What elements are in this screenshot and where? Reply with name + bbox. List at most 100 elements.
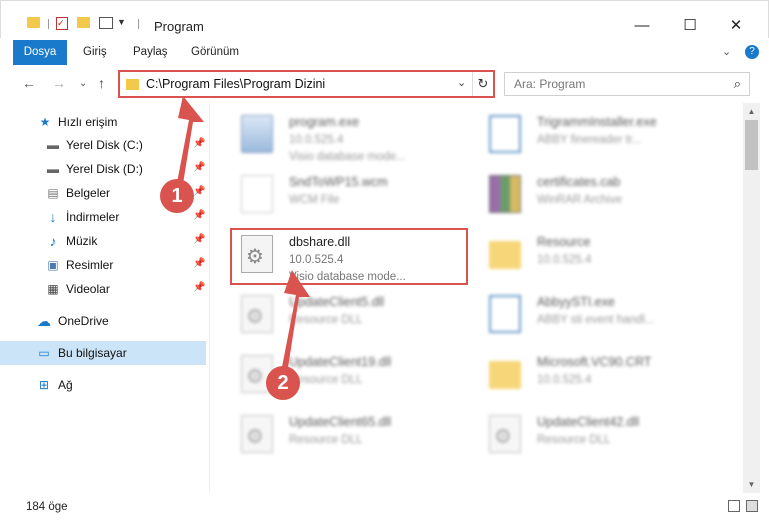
file-item[interactable]: UpdateClient19.dll Resource DLL	[229, 345, 469, 401]
file-version: 10.0.525.4	[537, 374, 592, 386]
step-2-badge: 2	[266, 366, 300, 400]
dll-icon	[489, 415, 521, 453]
properties-check-icon[interactable]: ✓	[56, 17, 68, 30]
search-input[interactable]: Ara: Program ⌕	[504, 72, 750, 96]
sidebar-item-label: İndirmeler	[66, 210, 120, 224]
ribbon-tabs: Dosya Giriş Paylaş Görünüm ⌄ ?	[0, 40, 769, 65]
sidebar-item-pictures[interactable]: ▣ Resimler 📌	[0, 253, 206, 277]
address-path[interactable]: C:\Program Files\Program Dizini	[146, 77, 325, 91]
file-item[interactable]: UpdateClient5.dll Resource DLL	[229, 285, 469, 341]
up-icon[interactable]: ↑	[98, 75, 105, 91]
folder-icon[interactable]	[27, 17, 40, 28]
vertical-scrollbar[interactable]: ▲ ▼	[743, 103, 760, 493]
tab-dosya[interactable]: Dosya	[13, 40, 67, 65]
customize-icon[interactable]	[99, 17, 113, 29]
file-description: ABBY sti event handl...	[537, 314, 655, 326]
address-bar[interactable]: C:\Program Files\Program Dizini ⌄ ↻	[118, 70, 495, 98]
file-item[interactable]: UpdateClient65.dll Resource DLL	[229, 405, 469, 461]
file-version: 10.0.525.4	[537, 254, 592, 266]
file-name: UpdateClient65.dll	[289, 415, 392, 429]
sidebar-item-music[interactable]: ♪ Müzik 📌	[0, 229, 206, 253]
file-name: Microsoft.VC90.CRT	[537, 355, 652, 369]
file-type: WinRAR Archive	[537, 194, 622, 206]
folder-icon	[489, 241, 521, 269]
scroll-up-icon[interactable]: ▲	[743, 103, 760, 120]
close-button[interactable]: ✕	[713, 12, 759, 40]
tab-gorunum[interactable]: Görünüm	[191, 40, 239, 65]
sidebar-item-label: Videolar	[66, 282, 110, 296]
file-item[interactable]: program.exe 10.0.525.4 Visio database mo…	[229, 105, 469, 163]
recent-locations-icon[interactable]: ⌄	[79, 78, 87, 89]
drive-icon: ▬	[47, 162, 59, 176]
refresh-button[interactable]: ↻	[472, 72, 493, 96]
chevron-down-icon[interactable]: ▼	[117, 17, 126, 27]
sidebar-item-label: Ağ	[58, 378, 73, 392]
title-bar: ✓ ▼ Program — ☐ ✕	[0, 0, 769, 38]
file-item[interactable]: UpdateClient42.dll Resource DLL	[477, 405, 717, 461]
videos-icon: ▦	[47, 282, 59, 296]
pin-icon[interactable]: 📌	[193, 258, 205, 269]
back-icon[interactable]: ←	[22, 75, 36, 91]
new-folder-icon[interactable]	[77, 17, 90, 28]
large-icons-view-icon[interactable]	[746, 500, 758, 512]
file-name: UpdateClient19.dll	[289, 355, 392, 369]
expand-ribbon-icon[interactable]: ⌄	[722, 45, 731, 58]
pin-icon[interactable]: 📌	[193, 234, 205, 245]
sidebar-item-label: Müzik	[66, 234, 98, 248]
file-list: program.exe 10.0.525.4 Visio database mo…	[211, 103, 743, 493]
file-item[interactable]: certificates.cab WinRAR Archive	[477, 165, 717, 221]
exe-icon	[489, 115, 521, 153]
scroll-down-icon[interactable]: ▼	[743, 476, 760, 493]
chevron-down-icon[interactable]: ⌄	[457, 76, 466, 89]
file-name: SndToWP15.wcm	[289, 175, 388, 189]
scroll-thumb[interactable]	[745, 120, 758, 170]
file-type: Resource DLL	[289, 434, 363, 446]
file-item[interactable]: Resource 10.0.525.4	[477, 225, 717, 281]
highlight-box	[230, 228, 468, 285]
help-icon[interactable]: ?	[745, 45, 759, 59]
file-item[interactable]: Microsoft.VC90.CRT 10.0.525.4	[477, 345, 717, 401]
file-name: TrigrammInstaller.exe	[537, 115, 657, 129]
sidebar-item-label: Hızlı erişim	[58, 115, 118, 129]
file-name: AbbyySTI.exe	[537, 295, 615, 309]
window-title: Program	[154, 19, 204, 34]
tab-paylas[interactable]: Paylaş	[133, 40, 168, 65]
pin-icon[interactable]: 📌	[193, 138, 205, 149]
sidebar-item-videos[interactable]: ▦ Videolar 📌	[0, 277, 206, 301]
tab-giris[interactable]: Giriş	[83, 40, 107, 65]
sidebar-item-label: Bu bilgisayar	[58, 346, 127, 360]
download-icon: ↓	[49, 209, 57, 225]
file-type: WCM File	[289, 194, 340, 206]
documents-icon: ▤	[47, 186, 59, 200]
file-name: program.exe	[289, 115, 360, 129]
pin-icon[interactable]: 📌	[193, 210, 205, 221]
pin-icon[interactable]: 📌	[193, 162, 205, 173]
archive-icon	[489, 175, 521, 213]
divider	[48, 19, 49, 29]
sidebar-item-label: Belgeler	[66, 186, 111, 200]
sidebar-item-local-disk-c[interactable]: ▬ Yerel Disk (C:) 📌	[0, 133, 206, 157]
sidebar-item-label: Yerel Disk (D:)	[66, 162, 143, 176]
search-placeholder: Ara: Program	[514, 77, 586, 91]
sidebar-item-network[interactable]: ⊞ Ağ	[0, 373, 206, 397]
sidebar-item-onedrive[interactable]: ☁ OneDrive	[0, 309, 206, 333]
cloud-icon: ☁	[37, 313, 51, 329]
drive-icon: ▬	[47, 138, 59, 152]
file-item[interactable]: TrigrammInstaller.exe ABBY finereader tr…	[477, 105, 717, 161]
file-name: UpdateClient5.dll	[289, 295, 385, 309]
pin-icon[interactable]: 📌	[193, 282, 205, 293]
sidebar-item-quick-access[interactable]: ★ Hızlı erişim	[0, 110, 206, 134]
pin-icon[interactable]: 📌	[193, 186, 205, 197]
doc-icon	[241, 175, 273, 213]
file-item[interactable]: AbbyySTI.exe ABBY sti event handl...	[477, 285, 717, 341]
maximize-button[interactable]: ☐	[667, 12, 713, 40]
file-description: Visio database mode...	[289, 151, 406, 163]
file-item[interactable]: SndToWP15.wcm WCM File	[229, 165, 469, 221]
forward-icon[interactable]: →	[52, 75, 66, 91]
status-bar: 184 öge	[0, 494, 769, 531]
sidebar-item-this-pc[interactable]: ▭ Bu bilgisayar	[0, 341, 206, 365]
item-count: 184 öge	[26, 501, 68, 513]
details-view-icon[interactable]	[728, 500, 740, 512]
minimize-button[interactable]: —	[619, 12, 665, 40]
sidebar-item-local-disk-d[interactable]: ▬ Yerel Disk (D:) 📌	[0, 157, 206, 181]
